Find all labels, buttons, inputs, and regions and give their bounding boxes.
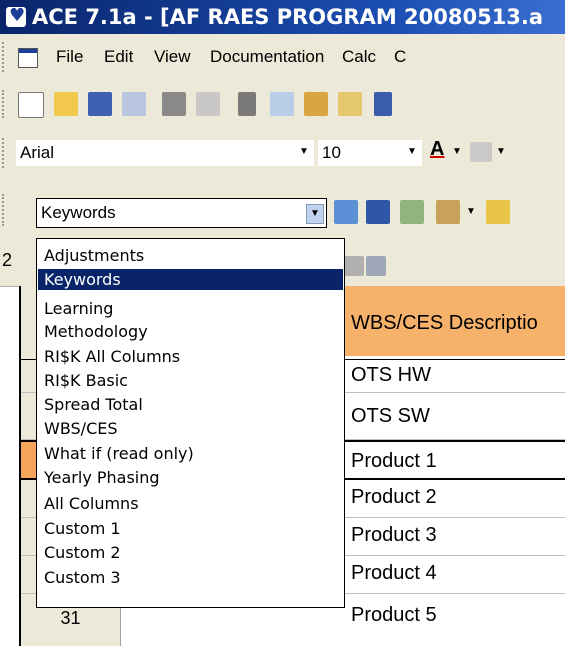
window-icon[interactable] <box>334 200 358 224</box>
view-selector-dropdown: Adjustments Keywords Learning Methodolog… <box>36 238 345 608</box>
edit-document-icon[interactable] <box>436 200 460 224</box>
dropdown-option-selected[interactable]: Keywords <box>38 269 343 290</box>
chevron-down-icon[interactable]: ▼ <box>496 146 506 157</box>
dropdown-option[interactable]: Learning <box>38 298 343 319</box>
paste-icon[interactable] <box>304 92 328 116</box>
print-icon[interactable] <box>162 92 186 116</box>
menu-file[interactable]: File <box>56 34 83 80</box>
cut-icon[interactable] <box>238 92 256 116</box>
format-painter-icon[interactable] <box>338 92 362 116</box>
menu-partial[interactable]: C <box>394 34 406 80</box>
row-description: Product 5 <box>351 604 437 626</box>
fill-color-icon[interactable] <box>470 142 492 162</box>
document-menu-icon[interactable] <box>18 48 38 68</box>
properties-icon[interactable] <box>122 92 146 116</box>
chevron-down-icon[interactable]: ▼ <box>452 146 462 157</box>
menu-bar: File Edit View Documentation Calc C <box>0 34 565 80</box>
sparkle-icon[interactable] <box>486 200 510 224</box>
font-family-select[interactable]: Arial ▼ <box>16 140 314 166</box>
view-selector-value: Keywords <box>41 203 116 222</box>
window-title: ACE 7.1a - [AF RAES PROGRAM 20080513.a <box>32 5 544 29</box>
row-description: Product 2 <box>351 486 437 508</box>
dropdown-option[interactable]: RI$K Basic <box>38 370 343 391</box>
row-description: Product 4 <box>351 562 437 584</box>
dropdown-option[interactable]: Custom 2 <box>38 542 343 563</box>
save-icon[interactable] <box>88 92 112 116</box>
font-size-value: 10 <box>322 143 341 162</box>
formatting-toolbar: Arial ▼ 10 ▼ A ▼ ▼ <box>0 128 565 178</box>
calculator-icon[interactable] <box>400 200 424 224</box>
cell-reference: 2 <box>2 250 13 270</box>
font-size-select[interactable]: 10 ▼ <box>318 140 422 166</box>
dropdown-option[interactable]: Yearly Phasing <box>38 467 343 488</box>
new-file-icon[interactable] <box>18 92 44 118</box>
dropdown-option[interactable]: WBS/CES <box>38 418 343 439</box>
standard-toolbar <box>0 80 565 128</box>
menu-view[interactable]: View <box>154 34 191 80</box>
dropdown-option[interactable]: Spread Total <box>38 394 343 415</box>
menu-calc[interactable]: Calc <box>342 34 376 80</box>
view-selector[interactable]: Keywords ▼ <box>36 198 327 228</box>
row-description: Product 3 <box>351 524 437 546</box>
row-description: Product 1 <box>351 450 437 472</box>
chevron-down-icon[interactable]: ▼ <box>404 143 420 161</box>
row-description: OTS HW <box>351 364 431 386</box>
dropdown-option[interactable]: All Columns <box>38 493 343 514</box>
dropdown-option[interactable]: Methodology <box>38 321 343 342</box>
open-folder-icon[interactable] <box>54 92 78 116</box>
chevron-down-icon[interactable]: ▼ <box>296 143 312 161</box>
toolbar-grip[interactable] <box>2 90 8 118</box>
grid-tool-icon[interactable] <box>366 256 386 276</box>
dropdown-option[interactable]: Adjustments <box>38 245 343 266</box>
menu-edit[interactable]: Edit <box>104 34 133 80</box>
view-toolbar: Keywords ▼ ▼ <box>0 178 565 242</box>
row-description: OTS SW <box>351 405 430 427</box>
chevron-down-icon[interactable]: ▼ <box>306 204 324 224</box>
menu-documentation[interactable]: Documentation <box>210 34 324 80</box>
column-header-label: WBS/CES Descriptio <box>351 312 538 334</box>
toolbar-grip[interactable] <box>2 194 8 226</box>
table-icon[interactable] <box>366 200 390 224</box>
dropdown-option[interactable]: What if (read only) <box>38 443 343 464</box>
dropdown-option[interactable]: Custom 1 <box>38 518 343 539</box>
print-preview-icon[interactable] <box>196 92 220 116</box>
copy-icon[interactable] <box>270 92 294 116</box>
grid-tool-icon[interactable] <box>344 256 364 276</box>
dropdown-option[interactable]: RI$K All Columns <box>38 346 343 367</box>
toolbar-grip[interactable] <box>2 42 8 72</box>
app-heart-icon <box>6 0 26 33</box>
chevron-down-icon[interactable]: ▼ <box>466 206 476 217</box>
toolbar-grip[interactable] <box>2 138 8 168</box>
dropdown-option[interactable]: Custom 3 <box>38 567 343 588</box>
title-bar: ACE 7.1a - [AF RAES PROGRAM 20080513.a <box>0 0 565 34</box>
font-family-value: Arial <box>20 143 55 162</box>
font-color-icon[interactable]: A <box>430 138 444 161</box>
undo-icon[interactable] <box>374 92 392 116</box>
